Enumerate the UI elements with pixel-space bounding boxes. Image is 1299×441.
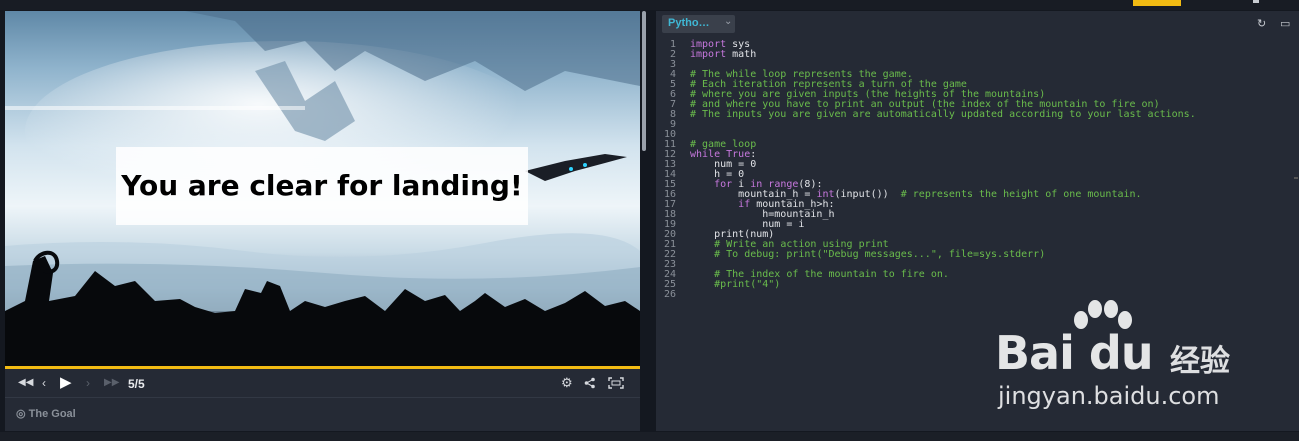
language-select[interactable]: Pytho… ⌄ [662,15,735,33]
code-line[interactable] [690,130,1196,140]
code-line[interactable]: #print("4") [690,280,1196,290]
game-scene: You are clear for landing! [5,11,640,366]
editor-ruler [1294,177,1298,179]
rewind-icon[interactable]: ◀◀ [18,377,33,388]
code-line[interactable]: num = 0 [690,160,1196,170]
play-icon[interactable]: ▶ [60,373,72,391]
code-line[interactable]: while True: [690,150,1196,160]
watermark-url: jingyan.baidu.com [998,382,1220,410]
playback-controls: ◀◀ ‹ ▶ › ▶▶ 5/5 ⚙ [5,369,640,397]
line-number: 26 [663,289,676,300]
fullscreen-icon[interactable] [608,377,624,389]
code-line[interactable]: import math [690,50,1196,60]
step-back-icon[interactable]: ‹ [42,376,46,390]
goal-section-label[interactable]: ◎ The Goal [16,407,76,420]
watermark-logo: Bai du [995,326,1154,380]
code-line[interactable]: # To debug: print("Debug messages...", f… [690,250,1196,260]
bottom-bar [0,432,1299,441]
chevron-down-icon: ⌄ [724,16,733,27]
language-label: Pytho… [668,17,710,29]
code-lines[interactable]: import sys import math # The while loop r… [690,40,1196,300]
step-forward-icon[interactable]: › [86,376,90,390]
status-banner: You are clear for landing! [116,147,528,225]
line-number-gutter: 1 2 3 4 5 6 7 8 9 10 11 12 13 14 15 16 17 18 19 20 21 22 23 24 2… [656,40,682,300]
watermark-cn: 经验 [1170,344,1230,379]
code-line[interactable]: import sys [690,40,1196,50]
share-icon[interactable] [584,377,596,389]
code-line[interactable] [690,120,1196,130]
reset-icon[interactable]: ↻ [1257,17,1266,30]
editor-toolbar: Pytho… ⌄ ↻ ▭ [656,11,1299,37]
top-bar [0,0,1299,10]
fast-forward-icon[interactable]: ▶▶ [104,377,119,388]
game-viewer: You are clear for landing! ◀◀ ‹ ▶ › ▶▶ 5… [5,11,646,431]
banner-text: You are clear for landing! [121,169,523,202]
top-status-dot [1253,0,1259,3]
section-divider [5,397,640,398]
maximize-icon[interactable]: ▭ [1280,17,1290,30]
code-line[interactable]: # The inputs you are given are automatic… [690,110,1196,120]
top-accent-button[interactable] [1133,0,1181,6]
code-line[interactable] [690,290,1196,300]
gear-icon[interactable]: ⚙ [561,375,573,391]
baidu-watermark: Bai du 经验 jingyan.baidu.com [995,300,1295,420]
scrollbar-thumb[interactable] [642,11,646,151]
code-line[interactable]: # game loop [690,140,1196,150]
frame-counter: 5/5 [128,377,145,391]
